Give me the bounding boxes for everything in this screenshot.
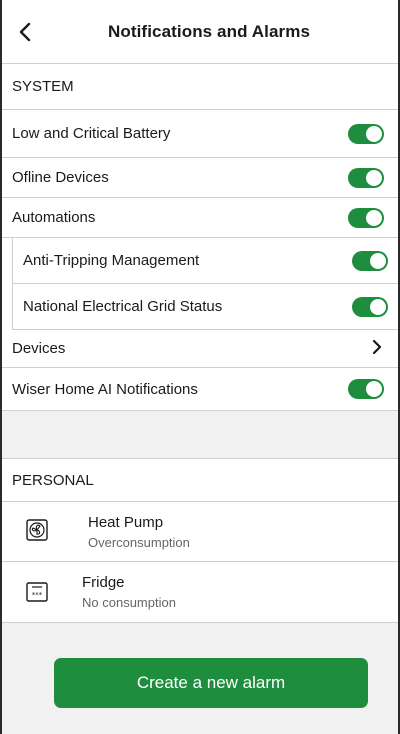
row-wiser-ai: Wiser Home AI Notifications <box>2 368 398 411</box>
create-alarm-button[interactable]: Create a new alarm <box>54 658 368 708</box>
row-label: Anti-Tripping Management <box>23 252 200 269</box>
alarm-subtitle: Overconsumption <box>88 535 190 550</box>
row-label: Wiser Home AI Notifications <box>12 380 198 398</box>
wiser-ai-toggle[interactable] <box>348 379 384 399</box>
row-label: Devices <box>12 340 66 357</box>
anti-tripping-toggle[interactable] <box>352 251 388 271</box>
alarm-title: Fridge <box>82 574 125 591</box>
system-section-header: SYSTEM <box>2 64 398 110</box>
row-low-critical-battery: Low and Critical Battery <box>2 110 398 158</box>
battery-toggle[interactable] <box>348 124 384 144</box>
chevron-right-icon <box>372 339 382 355</box>
top-bar: Notifications and Alarms <box>2 0 398 64</box>
alarm-subtitle: No consumption <box>82 595 176 610</box>
grid-status-toggle[interactable] <box>352 297 388 317</box>
row-label: National Electrical Grid Status <box>23 298 223 315</box>
row-automations: Automations <box>2 198 398 238</box>
alarm-title: Heat Pump <box>88 514 164 531</box>
fan-icon <box>26 519 48 541</box>
svg-text:***: *** <box>32 591 43 599</box>
row-anti-tripping: Anti-Tripping Management <box>12 238 398 284</box>
offline-devices-toggle[interactable] <box>348 168 384 188</box>
screen: Notifications and Alarms SYSTEM Low and … <box>0 0 400 734</box>
row-label: Low and Critical Battery <box>12 125 171 142</box>
fridge-icon: *** <box>26 582 48 602</box>
personal-section-header: PERSONAL <box>2 458 398 502</box>
section-spacer <box>2 411 398 458</box>
automations-toggle[interactable] <box>348 208 384 228</box>
row-devices[interactable]: Devices <box>2 330 398 368</box>
alarm-item-fridge[interactable]: *** Fridge No consumption <box>2 562 398 623</box>
page-title: Notifications and Alarms <box>107 22 311 41</box>
row-label: Ofline Devices <box>12 169 109 186</box>
row-grid-status: National Electrical Grid Status <box>12 284 398 330</box>
row-label: Automations <box>12 209 96 226</box>
row-offline-devices: Ofline Devices <box>2 158 398 198</box>
alarm-item-heat-pump[interactable]: Heat Pump Overconsumption <box>2 502 398 562</box>
